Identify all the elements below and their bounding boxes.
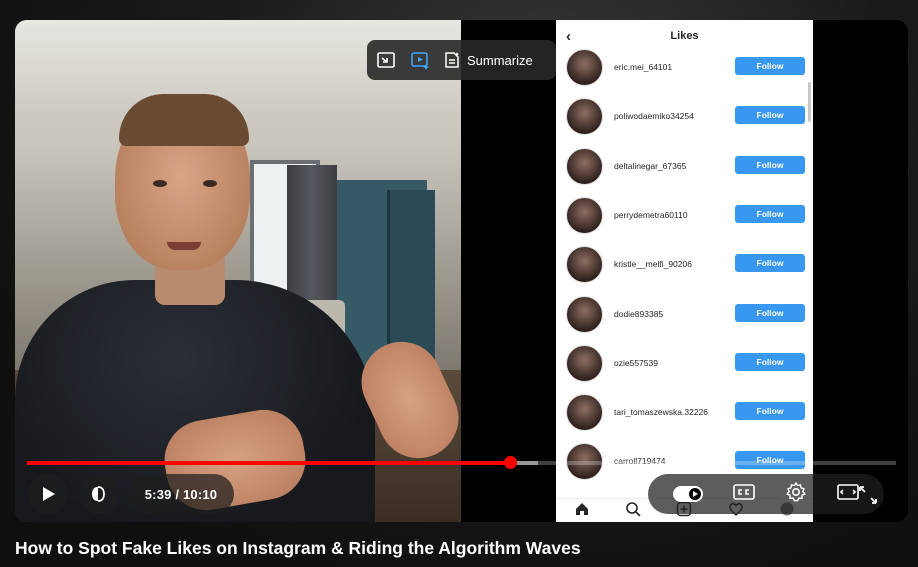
like-username[interactable]: dodie893385 (614, 309, 663, 319)
like-row[interactable]: ozie557539 Follow (566, 343, 811, 387)
summarize-label: Summarize (467, 52, 533, 68)
like-username[interactable]: deltalinegar_67365 (614, 161, 686, 171)
autoplay-play-icon (692, 491, 698, 497)
autoplay-knob (688, 488, 701, 500)
play-icon (43, 487, 55, 501)
instagram-phone-screen: ‹ Likes eric.mei_64101 Follow poliwodaemik… (556, 20, 813, 522)
like-row[interactable]: deltalinegar_67365 Follow (566, 146, 811, 190)
like-row[interactable]: dodie893385 Follow (566, 294, 811, 338)
presenter-scene (15, 20, 461, 522)
presenter-eye-left (153, 180, 167, 187)
video-top-overlay: Summarize (367, 40, 556, 80)
video-ai-button[interactable] (409, 49, 431, 71)
gear-icon (785, 481, 806, 502)
play-button[interactable] (28, 474, 68, 514)
presenter-hair (119, 94, 249, 146)
autoplay-toggle[interactable] (672, 486, 703, 502)
captions-icon (732, 483, 755, 500)
summarize-button[interactable]: Summarize (443, 51, 533, 69)
video-player[interactable]: ‹ Likes eric.mei_64101 Follow poliwodaemik… (15, 20, 908, 522)
fullscreen-button[interactable] (853, 480, 883, 510)
time-text: 5:39 / 10:10 (144, 486, 218, 502)
volume-icon (92, 486, 105, 502)
avatar[interactable] (566, 246, 603, 284)
like-row[interactable]: perrydemetra60110 Follow (566, 195, 811, 239)
avatar[interactable] (566, 147, 603, 185)
miniplayer-button[interactable] (375, 49, 397, 71)
like-username[interactable]: poliwodaemiko34254 (614, 111, 694, 121)
follow-button[interactable]: Follow (735, 402, 805, 421)
back-arrow-icon: ‹ (566, 28, 571, 45)
follow-button[interactable]: Follow (735, 352, 805, 371)
follow-button[interactable]: Follow (735, 57, 805, 75)
avatar[interactable] (566, 49, 603, 86)
video-ai-icon (411, 52, 429, 70)
avatar[interactable] (566, 344, 603, 382)
avatar[interactable] (566, 394, 603, 432)
like-row[interactable]: kristle__melfi_90206 Follow (566, 244, 811, 288)
like-username[interactable]: perrydemetra60110 (614, 210, 688, 220)
home-icon (574, 501, 590, 520)
presenter-mouth (167, 242, 201, 250)
avatar[interactable] (566, 295, 603, 333)
letterbox-left (461, 20, 557, 522)
like-username[interactable]: kristle__melfi_90206 (614, 259, 692, 269)
letterbox-right (813, 20, 908, 522)
like-username[interactable]: tari_tomaszewska.32226 (614, 407, 708, 417)
played-bar (27, 461, 511, 465)
like-row[interactable]: poliwodaemiko34254 Follow (566, 96, 811, 140)
presenter-eye-right (203, 180, 217, 187)
video-title: How to Spot Fake Likes on Instagram & Ri… (15, 538, 581, 558)
follow-button[interactable]: Follow (735, 303, 805, 322)
follow-button[interactable]: Follow (735, 106, 805, 125)
like-row[interactable]: tari_tomaszewska.32226 Follow (566, 392, 811, 436)
captions-button[interactable] (732, 482, 756, 507)
fullscreen-icon (859, 486, 877, 504)
settings-button[interactable] (785, 481, 807, 508)
follow-button[interactable]: Follow (735, 204, 805, 223)
progress-bar[interactable] (27, 456, 896, 469)
like-username[interactable]: ozie557539 (614, 358, 658, 368)
room-door (387, 190, 435, 360)
miniplayer-icon (377, 52, 395, 68)
summarize-icon (445, 52, 460, 68)
follow-button[interactable]: Follow (735, 254, 805, 273)
video-frame[interactable]: ‹ Likes eric.mei_64101 Follow poliwodaemik… (15, 20, 908, 522)
volume-button[interactable] (79, 474, 119, 514)
like-username[interactable]: eric.mei_64101 (614, 62, 672, 72)
search-icon (625, 501, 641, 520)
follow-button[interactable]: Follow (735, 155, 805, 174)
likes-title: Likes (670, 30, 699, 42)
like-row[interactable]: eric.mei_64101 Follow (566, 47, 811, 91)
time-display: 5:39 / 10:10 (128, 474, 234, 514)
avatar[interactable] (566, 196, 603, 234)
avatar[interactable] (566, 98, 603, 136)
right-controls (648, 474, 884, 514)
